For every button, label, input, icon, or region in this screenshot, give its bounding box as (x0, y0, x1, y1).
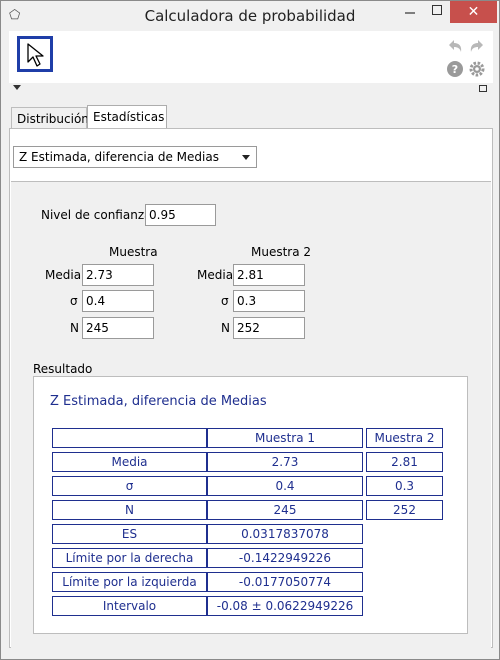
chevron-down-icon (242, 155, 250, 160)
table-row-label: Límite por la izquierda (52, 572, 207, 592)
sample2-sigma-label: σ (221, 294, 229, 308)
table-row-label: ES (52, 524, 207, 544)
sample2-n-field[interactable]: 252 (233, 317, 305, 339)
minimize-button[interactable] (396, 1, 424, 23)
confidence-label: Nivel de confianza (41, 208, 152, 222)
undo-icon[interactable] (446, 37, 464, 55)
move-tool-button[interactable] (17, 36, 53, 72)
procedure-select[interactable]: Z Estimada, diferencia de Medias (13, 146, 257, 168)
table-cell-m1: -0.0177050774 (207, 572, 363, 592)
table-cell-m2: 0.3 (366, 476, 443, 496)
sample1-n-field[interactable]: 245 (82, 317, 154, 339)
table-row-label: Límite por la derecha (52, 548, 207, 568)
sample1-n-label: N (70, 321, 79, 335)
table-header-empty (52, 428, 207, 448)
table-cell-m1: 0.4 (207, 476, 363, 496)
svg-text:?: ? (452, 63, 458, 76)
table-row-label: Media (52, 452, 207, 472)
cursor-arrow-icon (27, 43, 44, 67)
gear-icon[interactable] (468, 60, 486, 78)
table-cell-m2: 2.81 (366, 452, 443, 472)
table-cell-m2: 252 (366, 500, 443, 520)
table-row-label: σ (52, 476, 207, 496)
maximize-button[interactable] (424, 1, 450, 23)
toolbar: ? (9, 31, 493, 83)
table-cell-m1: -0.1422949226 (207, 548, 363, 568)
close-icon: ✕ (467, 4, 480, 20)
redo-icon[interactable] (468, 37, 486, 55)
sample2-media-field[interactable]: 2.81 (233, 264, 305, 286)
sample2-header: Muestra 2 (251, 245, 312, 259)
result-box: Z Estimada, diferencia de Medias Muestra… (33, 376, 468, 634)
table-header-muestra1: Muestra 1 (207, 428, 363, 448)
table-row-label: N (52, 500, 207, 520)
input-area: Nivel de confianza 0.95 Muestra Muestra … (11, 181, 491, 648)
sample1-sigma-label: σ (70, 294, 78, 308)
sample2-media-label: Media (197, 268, 234, 282)
sample1-media-field[interactable]: 2.73 (82, 264, 154, 286)
table-cell-m1: 2.73 (207, 452, 363, 472)
table-header-muestra2: Muestra 2 (366, 428, 443, 448)
sample1-header: Muestra (109, 245, 158, 259)
sample2-sigma-field[interactable]: 0.3 (233, 290, 305, 312)
probability-calculator-window: ⬠ Calculadora de probabilidad ✕ ? Distri… (0, 0, 500, 660)
close-button[interactable]: ✕ (450, 1, 497, 23)
confidence-field[interactable]: 0.95 (145, 204, 216, 226)
sample2-n-label: N (221, 321, 230, 335)
panel-menu-icon[interactable] (479, 85, 487, 92)
table-cell-m1: 0.0317837078 (207, 524, 363, 544)
toolbar-subbar (9, 83, 493, 95)
tab-strip: Distribución Estadísticas (9, 105, 493, 129)
collapse-toolbar-icon[interactable] (13, 85, 21, 90)
table-row-label: Intervalo (52, 596, 207, 616)
result-title: Z Estimada, diferencia de Medias (50, 394, 267, 409)
procedure-select-value: Z Estimada, diferencia de Medias (19, 150, 219, 164)
table-cell-m1: 245 (207, 500, 363, 520)
title-bar: ⬠ Calculadora de probabilidad ✕ (1, 1, 499, 31)
result-section-label: Resultado (33, 362, 93, 376)
minimize-icon (405, 12, 415, 14)
tab-distribucion[interactable]: Distribución (11, 107, 89, 129)
maximize-icon (432, 5, 442, 15)
sample1-sigma-field[interactable]: 0.4 (82, 290, 154, 312)
help-icon[interactable]: ? (446, 60, 464, 78)
sample1-media-label: Media (45, 268, 82, 282)
statistics-panel: Z Estimada, diferencia de Medias Nivel d… (9, 128, 493, 648)
table-cell-m1: -0.08 ± 0.0622949226 (207, 596, 363, 616)
tab-estadisticas[interactable]: Estadísticas (87, 105, 167, 129)
